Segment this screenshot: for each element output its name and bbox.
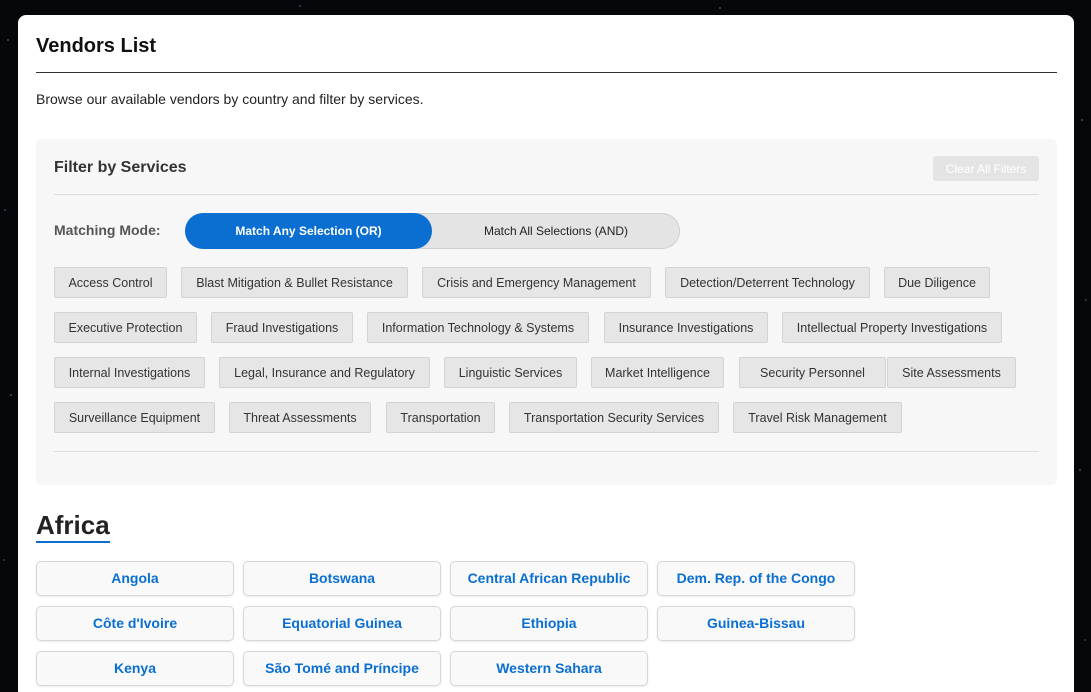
service-tag[interactable]: Fraud Investigations [211,312,353,343]
match-any-or-button[interactable]: Match Any Selection (OR) [185,213,432,249]
service-tag[interactable]: Crisis and Emergency Management [422,267,651,298]
service-tag[interactable]: Surveillance Equipment [54,402,215,433]
country-button[interactable]: Central African Republic [450,561,648,596]
country-button[interactable]: Botswana [243,561,441,596]
filter-divider-bottom [54,451,1039,452]
filter-divider-top [54,194,1039,195]
service-tag[interactable]: Travel Risk Management [733,402,902,433]
service-tag[interactable]: Security Personnel [739,357,886,388]
page-intro: Browse our available vendors by country … [36,91,424,107]
country-button[interactable]: Guinea-Bissau [657,606,855,641]
country-button[interactable]: Kenya [36,651,234,686]
vendors-panel: Vendors List Browse our available vendor… [18,15,1074,692]
match-all-and-button[interactable]: Match All Selections (AND) [432,213,680,249]
service-tag[interactable]: Transportation Security Services [509,402,719,433]
service-tag[interactable]: Site Assessments [887,357,1016,388]
country-button[interactable]: Equatorial Guinea [243,606,441,641]
service-tag[interactable]: Blast Mitigation & Bullet Resistance [181,267,408,298]
country-button[interactable]: São Tomé and Príncipe [243,651,441,686]
country-button[interactable]: Ethiopia [450,606,648,641]
service-tag[interactable]: Detection/Deterrent Technology [665,267,870,298]
service-tag[interactable]: Insurance Investigations [604,312,768,343]
service-tag[interactable]: Market Intelligence [591,357,724,388]
title-divider [36,72,1057,73]
country-button[interactable]: Angola [36,561,234,596]
service-tag[interactable]: Legal, Insurance and Regulatory [219,357,430,388]
country-button[interactable]: Western Sahara [450,651,648,686]
page-title: Vendors List [36,35,157,57]
matching-mode-toggle: Match Any Selection (OR) Match All Selec… [185,213,680,249]
service-tag[interactable]: Transportation [386,402,495,433]
service-tag[interactable]: Due Diligence [884,267,990,298]
service-tag[interactable]: Internal Investigations [54,357,205,388]
service-tag[interactable]: Linguistic Services [444,357,577,388]
service-tag[interactable]: Access Control [54,267,167,298]
filter-title: Filter by Services [54,159,187,176]
clear-all-filters-button[interactable]: Clear All Filters [933,156,1039,181]
service-filter-panel: Filter by Services Clear All Filters Mat… [36,139,1057,485]
service-tag[interactable]: Threat Assessments [229,402,371,433]
matching-mode-label: Matching Mode: [54,222,161,238]
service-tag[interactable]: Information Technology & Systems [367,312,589,343]
service-tag[interactable]: Intellectual Property Investigations [782,312,1002,343]
country-button[interactable]: Dem. Rep. of the Congo [657,561,855,596]
country-button[interactable]: Côte d'Ivoire [36,606,234,641]
service-tag[interactable]: Executive Protection [54,312,197,343]
region-heading-africa: Africa [36,510,110,543]
